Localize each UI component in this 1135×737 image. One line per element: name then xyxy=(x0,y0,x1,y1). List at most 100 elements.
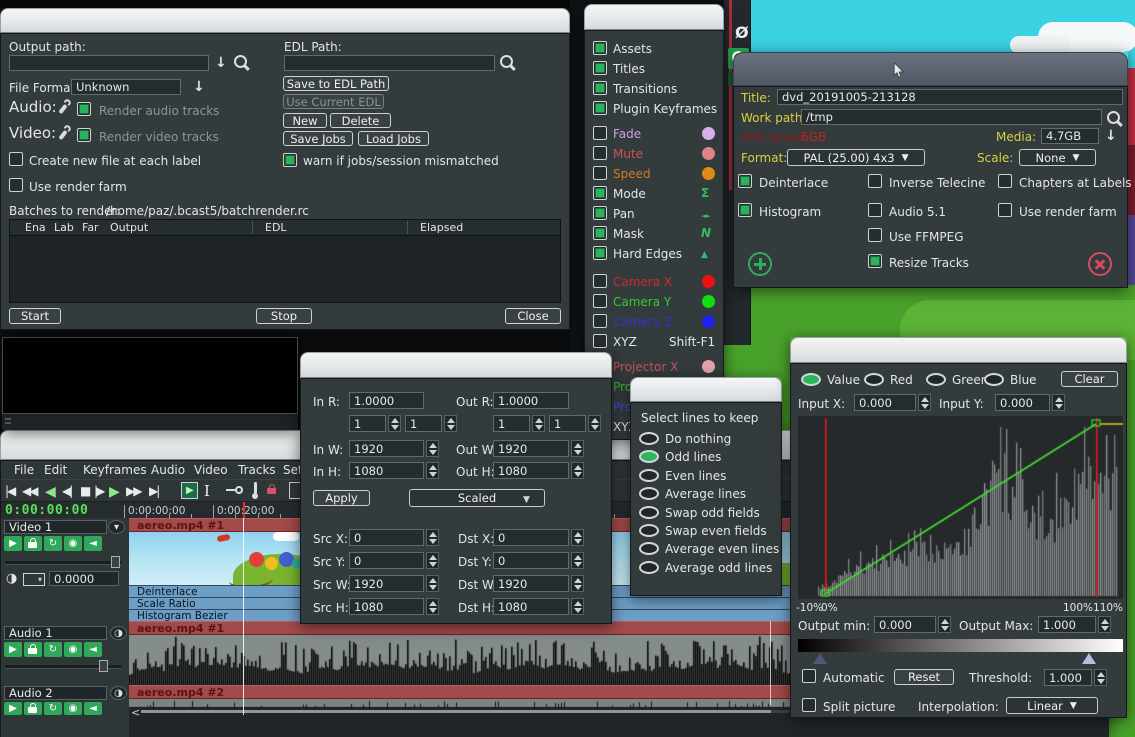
src-y-spinner[interactable] xyxy=(426,552,439,569)
stop-button[interactable]: Stop xyxy=(256,308,312,324)
dst-w-spinner[interactable] xyxy=(571,575,584,592)
in-num2-spinner[interactable] xyxy=(444,415,457,432)
audio1-arm-toggle[interactable] xyxy=(24,642,42,657)
histogram-canvas[interactable] xyxy=(798,416,1123,599)
output-min-slider[interactable] xyxy=(813,653,827,664)
dst-y-input[interactable]: 0 xyxy=(493,552,569,569)
overlay-checkbox-assets[interactable] xyxy=(593,41,607,55)
clear-button[interactable]: Clear xyxy=(1061,371,1118,387)
input-y-spinner[interactable] xyxy=(1052,394,1065,411)
src-w-spinner[interactable] xyxy=(426,575,439,592)
ibeam-mode-button[interactable]: I xyxy=(204,482,210,500)
render-audio-checkbox[interactable] xyxy=(77,102,91,116)
in-h-spinner[interactable] xyxy=(426,462,439,479)
overlay-checkbox-hard-edges[interactable] xyxy=(593,246,607,260)
end-button[interactable]: ▶| xyxy=(149,484,158,498)
audio2-arm-toggle[interactable] xyxy=(24,702,42,715)
overlay-mode-icon[interactable]: ◑ xyxy=(6,572,17,586)
col-output[interactable]: Output xyxy=(110,222,148,234)
video1-expander[interactable]: ▾ xyxy=(108,520,125,534)
ffmpeg-checkbox[interactable] xyxy=(868,228,882,242)
cancel-button[interactable] xyxy=(1088,252,1112,276)
output-min-spinner[interactable] xyxy=(938,616,951,633)
lock-button[interactable] xyxy=(267,488,276,494)
close-button[interactable]: Close xyxy=(505,308,561,324)
audio2-mute-toggle[interactable]: ◄ xyxy=(84,702,102,715)
arrow-mode-button[interactable]: ▶ xyxy=(181,482,198,499)
fast-forward-button[interactable]: ▶▶ xyxy=(126,484,140,498)
col-edl[interactable]: EDL xyxy=(265,222,287,234)
audio2-draw-toggle[interactable]: ◉ xyxy=(64,702,82,715)
nudge-page-button[interactable]: ▾ xyxy=(23,573,45,586)
audio-wrench-icon[interactable] xyxy=(58,104,67,114)
delete-batch-button[interactable]: Delete xyxy=(330,113,391,128)
audio1-mute-toggle[interactable]: ◄ xyxy=(84,642,102,657)
audio51-checkbox[interactable] xyxy=(868,203,882,217)
output-path-input[interactable] xyxy=(9,55,209,71)
dvd-titlebar[interactable] xyxy=(733,52,1128,86)
red-radio[interactable] xyxy=(864,373,884,386)
ok-button[interactable] xyxy=(748,252,772,276)
out-num2-spinner[interactable] xyxy=(588,415,601,432)
audio1-play-toggle[interactable]: ▶ xyxy=(4,642,22,657)
out-w-spinner[interactable] xyxy=(571,440,584,457)
rewind-button[interactable]: |◀ xyxy=(5,484,14,498)
media-input[interactable]: 4.7GB xyxy=(1041,128,1099,144)
src-x-spinner[interactable] xyxy=(426,529,439,546)
dst-h-input[interactable]: 1080 xyxy=(493,598,569,615)
dst-w-input[interactable]: 1920 xyxy=(493,575,569,592)
lines-radio-even-lines[interactable] xyxy=(639,469,659,482)
src-h-spinner[interactable] xyxy=(426,598,439,615)
select-lines-titlebar[interactable] xyxy=(630,377,782,402)
overlay-checkbox-camera-y[interactable] xyxy=(593,294,607,308)
start-button[interactable]: Start xyxy=(9,308,61,324)
audio2-play-toggle[interactable]: ▶ xyxy=(4,702,22,715)
col-elapsed[interactable]: Elapsed xyxy=(420,222,463,234)
value-radio[interactable] xyxy=(801,373,821,386)
stop-button[interactable]: ■ xyxy=(80,484,91,498)
audio1-draw-toggle[interactable]: ◉ xyxy=(64,642,82,657)
lines-radio-do-nothing[interactable] xyxy=(639,432,659,445)
fast-reverse-button[interactable]: ◀◀ xyxy=(22,484,36,498)
dst-x-spinner[interactable] xyxy=(571,529,584,546)
overlay-checkbox-mode[interactable] xyxy=(593,186,607,200)
file-format-select-button[interactable]: ↓ xyxy=(193,80,205,94)
histogram-titlebar[interactable] xyxy=(790,337,1127,363)
out-h-spinner[interactable] xyxy=(571,462,584,479)
menu-edit[interactable]: Edit xyxy=(44,463,67,477)
lines-radio-average-even-lines[interactable] xyxy=(639,542,659,555)
overlays-titlebar[interactable] xyxy=(584,4,724,30)
audio1-title-field[interactable]: Audio 1 xyxy=(4,626,107,640)
thermometer-icon-button[interactable] xyxy=(251,482,259,499)
h-scrollbar-handle[interactable] xyxy=(141,710,771,713)
audio2-title-field[interactable]: Audio 2 xyxy=(4,686,107,700)
menu-audio[interactable]: Audio xyxy=(151,463,185,477)
video1-nudge-field[interactable]: 0.0000 xyxy=(49,571,119,586)
video1-fader[interactable] xyxy=(5,561,121,565)
src-x-input[interactable]: 0 xyxy=(349,529,424,546)
frame-reverse-button[interactable]: ◀| xyxy=(62,484,71,498)
playhead-line[interactable] xyxy=(243,518,244,715)
in-num2-input[interactable]: 1 xyxy=(405,415,442,432)
out-r-input[interactable]: 1.0000 xyxy=(493,392,569,409)
out-num2-input[interactable]: 1 xyxy=(549,415,586,432)
lines-radio-average-odd-lines[interactable] xyxy=(639,561,659,574)
out-num1-input[interactable]: 1 xyxy=(493,415,530,432)
chapters-checkbox[interactable] xyxy=(998,174,1012,188)
overlay-checkbox-transitions[interactable] xyxy=(593,81,607,95)
video1-mute-toggle[interactable]: ◄ xyxy=(84,536,102,551)
create-new-file-checkbox[interactable] xyxy=(9,152,23,166)
keyframe-toggle-button[interactable] xyxy=(226,486,246,496)
in-r-input[interactable]: 1.0000 xyxy=(349,392,424,409)
threshold-field[interactable]: 1.000 xyxy=(1044,669,1092,686)
file-format-input[interactable]: Unknown xyxy=(71,79,181,95)
menu-tracks[interactable]: Tracks xyxy=(238,463,276,477)
input-x-field[interactable]: 0.000 xyxy=(854,394,916,411)
split-picture-checkbox[interactable] xyxy=(802,698,816,712)
dst-x-input[interactable]: 0 xyxy=(493,529,569,546)
inverse-telecine-checkbox[interactable] xyxy=(868,174,882,188)
edl-path-input[interactable] xyxy=(284,55,495,71)
video1-fader-handle[interactable] xyxy=(111,556,120,568)
input-x-spinner[interactable] xyxy=(918,394,931,411)
out-num1-spinner[interactable] xyxy=(532,415,545,432)
